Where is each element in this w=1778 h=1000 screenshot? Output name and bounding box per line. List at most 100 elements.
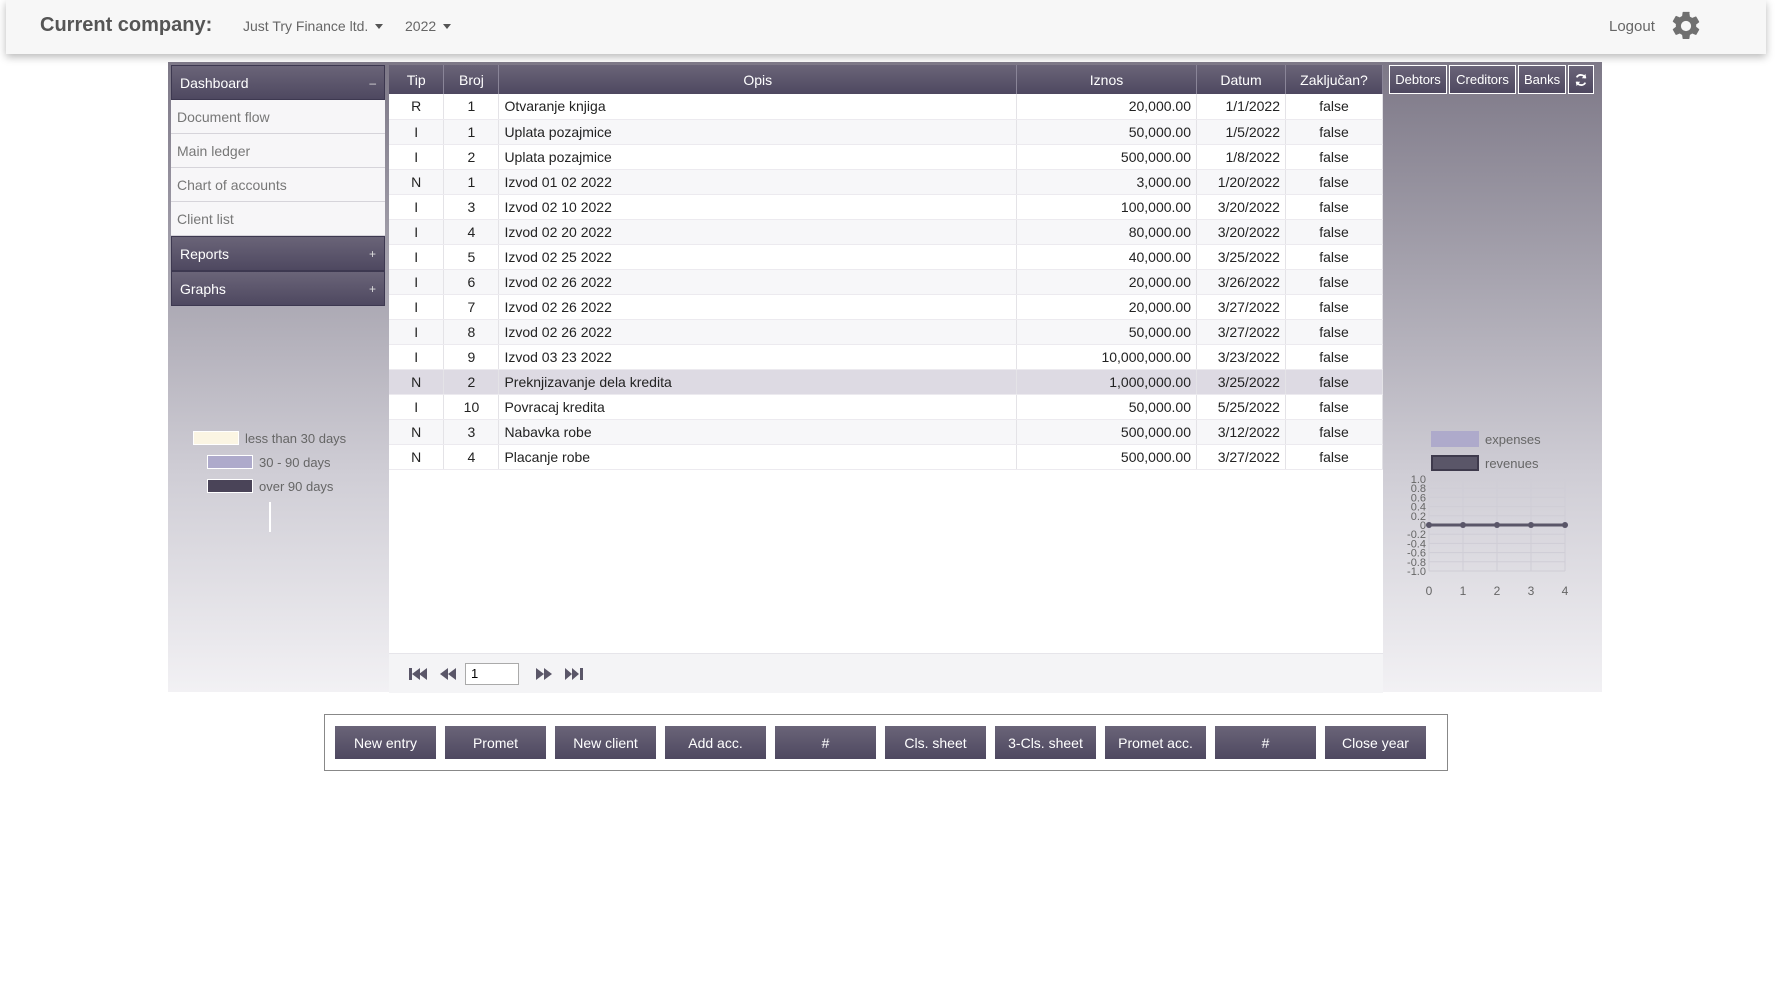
legend-swatch (207, 479, 253, 493)
cell-opis: Otvaranje knjiga (498, 94, 1018, 120)
document-table-panel: Tip Broj Opis Iznos Datum Zaključan? R1O… (389, 65, 1384, 693)
table-row[interactable]: N 4 Placanje robe 500,000.00 3/27/2022 false (389, 444, 1384, 470)
next-page-icon[interactable] (531, 664, 557, 684)
table-row[interactable]: I 10 Povracaj kredita 50,000.00 5/25/2022 fal… (389, 394, 1384, 420)
cell-tip: I (389, 219, 445, 245)
cell-datum: 3/26/2022 (1196, 269, 1286, 295)
cell-datum: 3/12/2022 (1196, 419, 1286, 445)
x-tick-label: 1 (1460, 584, 1467, 598)
add-acc-button[interactable]: Add acc. (665, 726, 766, 759)
new-client-button[interactable]: New client (555, 726, 656, 759)
table-row[interactable]: N 3 Nabavka robe 500,000.00 3/12/2022 false (389, 419, 1384, 445)
cell-opis: Izvod 03 23 2022 (498, 344, 1018, 370)
tab-debtors[interactable]: Debtors (1389, 65, 1447, 94)
tab-creditors[interactable]: Creditors (1449, 65, 1516, 94)
table-row[interactable]: N 1 Izvod 01 02 2022 3,000.00 1/20/2022 false (389, 169, 1384, 195)
sidebar-item-document-flow[interactable]: Document flow (171, 100, 385, 134)
column-header-zakljucan[interactable]: Zaključan? (1285, 65, 1384, 94)
table-row[interactable]: I 1 Uplata pozajmice 50,000.00 1/5/2022 false (389, 119, 1384, 145)
page-number-input[interactable] (465, 662, 519, 685)
logout-link[interactable]: Logout (1609, 18, 1655, 35)
cell-opis: Povracaj kredita (498, 394, 1018, 420)
gear-icon[interactable] (1669, 9, 1703, 43)
first-page-icon[interactable] (405, 664, 431, 684)
cell-opis: Uplata pozajmice (498, 119, 1018, 145)
sidebar-item-main-ledger[interactable]: Main ledger (171, 134, 385, 168)
cell-iznos: 500,000.00 (1016, 419, 1197, 445)
cell-datum: 3/20/2022 (1196, 219, 1286, 245)
sidebar-item-chart-of-accounts[interactable]: Chart of accounts (171, 168, 385, 202)
table-row[interactable]: I 9 Izvod 03 23 2022 10,000,000.00 3/23/2022… (389, 344, 1384, 370)
promet-button[interactable]: Promet (445, 726, 546, 759)
column-header-opis[interactable]: Opis (498, 65, 1018, 94)
table-header-row: Tip Broj Opis Iznos Datum Zaključan? (389, 65, 1384, 94)
collapse-icon: – (369, 75, 376, 90)
cell-iznos: 40,000.00 (1016, 244, 1197, 270)
cell-opis: Placanje robe (498, 444, 1018, 470)
cell-datum: 3/25/2022 (1196, 244, 1286, 270)
right-panel: Debtors Creditors Banks expenses revenue… (1389, 65, 1599, 598)
year-dropdown[interactable]: 2022 (405, 18, 452, 34)
column-header-broj[interactable]: Broj (443, 65, 500, 94)
table-row[interactable]: I 2 Uplata pozajmice 500,000.00 1/8/2022 fals… (389, 144, 1384, 170)
new-entry-button[interactable]: New entry (335, 726, 436, 759)
refresh-icon[interactable] (1568, 65, 1594, 94)
cell-broj: 1 (443, 94, 500, 120)
cell-iznos: 1,000,000.00 (1016, 369, 1197, 395)
cell-locked: false (1285, 419, 1384, 445)
table-row[interactable]: N 2 Preknjizavanje dela kredita 1,000,000.0… (389, 369, 1384, 395)
cell-datum: 1/20/2022 (1196, 169, 1286, 195)
legend-item: expenses (1431, 427, 1541, 451)
last-page-icon[interactable] (561, 664, 587, 684)
table-row[interactable]: I 4 Izvod 02 20 2022 80,000.00 3/20/2022 fals… (389, 219, 1384, 245)
table-row[interactable]: I 7 Izvod 02 26 2022 20,000.00 3/27/2022 fals… (389, 294, 1384, 320)
table-row[interactable]: I 5 Izvod 02 25 2022 40,000.00 3/25/2022 fals… (389, 244, 1384, 270)
column-header-iznos[interactable]: Iznos (1016, 65, 1197, 94)
cell-broj: 2 (443, 144, 500, 170)
cell-tip: I (389, 144, 445, 170)
sidebar-section-reports[interactable]: Reports + (171, 236, 385, 271)
cell-locked: false (1285, 219, 1384, 245)
cls-sheet-button[interactable]: Cls. sheet (885, 726, 986, 759)
sidebar-section-graphs[interactable]: Graphs + (171, 271, 385, 306)
company-dropdown[interactable]: Just Try Finance ltd. (243, 18, 384, 34)
cell-iznos: 80,000.00 (1016, 219, 1197, 245)
close-year-button[interactable]: Close year (1325, 726, 1426, 759)
table-row[interactable]: R 1 Otvaranje knjiga 20,000.00 1/1/2022 false (389, 94, 1384, 120)
sidebar-section-dashboard[interactable]: Dashboard – (171, 65, 385, 100)
dashboard-panel: Dashboard – Document flow Main ledger Ch… (168, 62, 1602, 693)
legend-label: expenses (1485, 431, 1541, 447)
data-point (1426, 522, 1432, 528)
cell-locked: false (1285, 369, 1384, 395)
column-header-datum[interactable]: Datum (1196, 65, 1286, 94)
cell-opis: Izvod 02 20 2022 (498, 219, 1018, 245)
3-cls-sheet-button[interactable]: 3-Cls. sheet (995, 726, 1096, 759)
cell-tip: I (389, 344, 445, 370)
sidebar-section-label: Graphs (180, 280, 226, 297)
sidebar-section-label: Dashboard (180, 74, 249, 91)
hash-button[interactable]: # (775, 726, 876, 759)
cell-datum: 3/27/2022 (1196, 294, 1286, 320)
cell-broj: 4 (443, 219, 500, 245)
cell-tip: I (389, 394, 445, 420)
table-row[interactable]: I 8 Izvod 02 26 2022 50,000.00 3/27/2022 fals… (389, 319, 1384, 345)
legend-label: over 90 days (259, 478, 334, 494)
prev-page-icon[interactable] (435, 664, 461, 684)
cell-datum: 1/5/2022 (1196, 119, 1286, 145)
cell-locked: false (1285, 444, 1384, 470)
chevron-down-icon (443, 23, 452, 29)
column-header-tip[interactable]: Tip (389, 65, 445, 94)
table-row[interactable]: I 6 Izvod 02 26 2022 20,000.00 3/26/2022 fals… (389, 269, 1384, 295)
promet-acc-button[interactable]: Promet acc. (1105, 726, 1206, 759)
cell-tip: I (389, 119, 445, 145)
cell-tip: N (389, 444, 445, 470)
table-body: R 1 Otvaranje knjiga 20,000.00 1/1/2022 false… (389, 94, 1384, 470)
table-row[interactable]: I 3 Izvod 02 10 2022 100,000.00 3/20/2022 fal… (389, 194, 1384, 220)
cell-iznos: 500,000.00 (1016, 144, 1197, 170)
tab-banks[interactable]: Banks (1518, 65, 1566, 94)
cell-tip: N (389, 169, 445, 195)
pager (389, 653, 1383, 693)
legend-item: 30 - 90 days (193, 450, 346, 474)
hash-button[interactable]: # (1215, 726, 1316, 759)
sidebar-item-client-list[interactable]: Client list (171, 202, 385, 236)
